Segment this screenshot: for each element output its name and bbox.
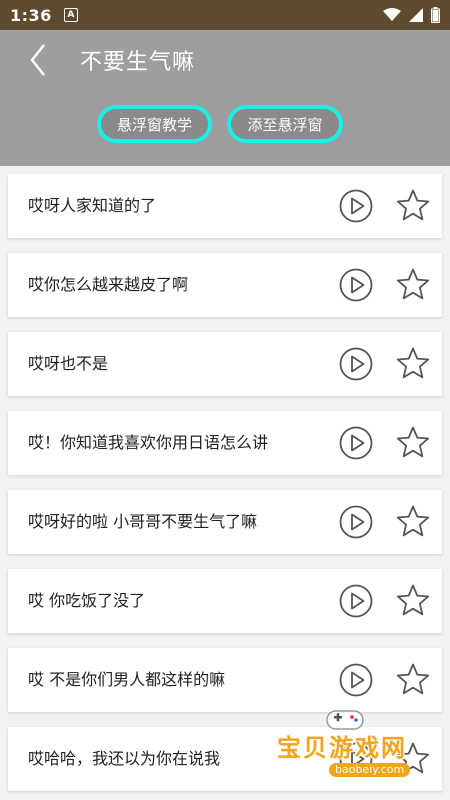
play-icon[interactable] [339,584,373,618]
play-icon[interactable] [339,189,373,223]
play-icon[interactable] [339,347,373,381]
play-icon[interactable] [339,663,373,697]
header: 不要生气嘛 悬浮窗教学 添至悬浮窗 [0,30,450,166]
list-item[interactable]: 哎 你吃饭了没了 [8,569,442,633]
list-item[interactable]: 哎 不是你们男人都这样的嘛 [8,648,442,712]
status-icons [383,7,440,23]
play-icon[interactable] [339,426,373,460]
watermark: 宝贝游戏网 baobeiy.com [273,706,433,780]
play-icon[interactable] [339,268,373,302]
list-item-text: 哎哈哈，我还以为你在说我 [28,749,221,768]
star-icon[interactable] [395,425,431,461]
star-icon[interactable] [395,267,431,303]
notification-icon: A [63,8,78,22]
list-item-text: 哎呀好的啦 小哥哥不要生气了嘛 [28,512,258,531]
add-to-floating-window-button[interactable]: 添至悬浮窗 [227,105,343,143]
list-item[interactable]: 哎！你知道我喜欢你用日语怎么讲 [8,411,442,475]
list-item[interactable]: 哎呀好的啦 小哥哥不要生气了嘛 [8,490,442,554]
list-item-text: 哎 你吃饭了没了 [28,591,146,610]
star-icon[interactable] [395,188,431,224]
signal-icon [409,8,423,22]
wifi-icon [383,8,401,21]
star-icon[interactable] [395,662,431,698]
star-icon[interactable] [395,583,431,619]
page-title: 不要生气嘛 [80,50,196,75]
back-button[interactable] [24,42,64,78]
watermark-text: 宝贝游戏网 [277,734,407,762]
list-item-text: 哎呀也不是 [28,354,109,373]
list-item[interactable]: 哎你怎么越来越皮了啊 [8,253,442,317]
list-item[interactable]: 哎呀人家知道的了 [8,174,442,238]
list-item-text: 哎你怎么越来越皮了啊 [28,275,189,294]
watermark-url: baobeiy.com [329,763,411,777]
list-item-text: 哎呀人家知道的了 [28,196,157,215]
status-time: 1:36 [10,5,52,25]
star-icon[interactable] [395,346,431,382]
chevron-left-icon [30,44,45,76]
status-bar: 1:36 A [0,0,450,30]
star-icon[interactable] [395,504,431,540]
list-item-text: 哎 不是你们男人都这样的嘛 [28,670,226,689]
battery-icon [431,7,440,23]
floating-window-tutorial-button[interactable]: 悬浮窗教学 [97,105,212,143]
list-item[interactable]: 哎呀也不是 [8,332,442,396]
list-item-text: 哎！你知道我喜欢你用日语怎么讲 [28,433,269,452]
play-icon[interactable] [339,505,373,539]
